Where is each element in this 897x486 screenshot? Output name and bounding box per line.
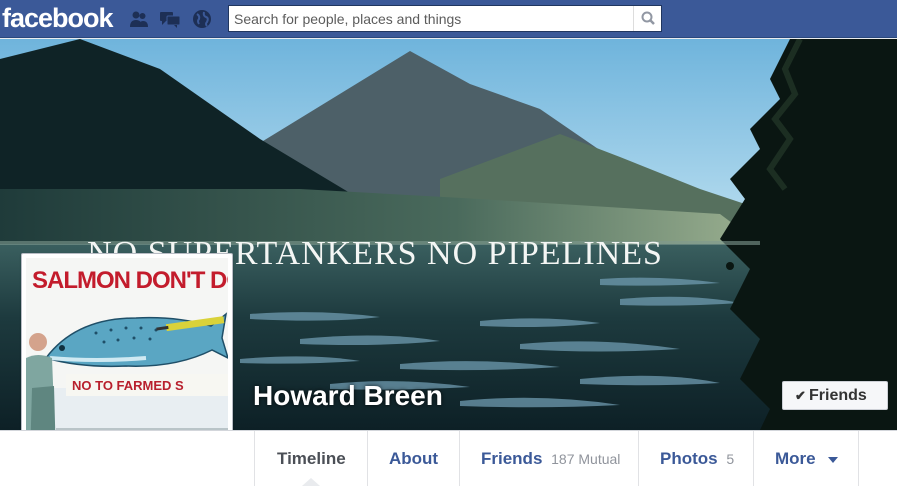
friend-requests-icon[interactable] [129, 9, 149, 29]
search-input[interactable] [229, 6, 633, 31]
mutual-friends-count: 187 Mutual [551, 451, 621, 467]
tab-photos[interactable]: Photos 5 [638, 431, 754, 486]
search-icon [641, 11, 655, 25]
search-box [228, 5, 662, 32]
friends-button[interactable]: ✔ Friends [782, 381, 888, 410]
profile-page: facebook Search for people, places and t… [0, 0, 897, 486]
chevron-down-icon [828, 456, 839, 463]
tab-about[interactable]: About [367, 431, 460, 486]
profile-name[interactable]: Howard Breen [253, 380, 443, 412]
search-button[interactable] [633, 6, 661, 31]
checkmark-icon: ✔ [795, 388, 806, 403]
tab-more[interactable]: More [753, 431, 859, 486]
tab-label: Friends [481, 449, 543, 468]
notifications-globe-icon[interactable] [192, 9, 212, 29]
messages-icon[interactable] [159, 9, 181, 29]
tab-label: More [775, 449, 816, 468]
profile-nav: Timeline About Friends 187 Mutual Photos… [0, 430, 897, 486]
photos-count: 5 [726, 451, 735, 467]
tab-label: About [389, 449, 439, 468]
sign-bottom-text: NO TO FARMED S [72, 378, 184, 393]
top-bar: facebook [0, 0, 897, 38]
active-tab-indicator [302, 478, 320, 486]
friends-button-label: Friends [809, 387, 867, 404]
tab-label: Timeline [277, 449, 346, 468]
facebook-logo[interactable]: facebook [2, 2, 114, 34]
tab-label: Photos [660, 449, 718, 468]
tab-friends[interactable]: Friends 187 Mutual [459, 431, 639, 486]
sign-top-text: SALMON DON'T DO [32, 267, 228, 294]
